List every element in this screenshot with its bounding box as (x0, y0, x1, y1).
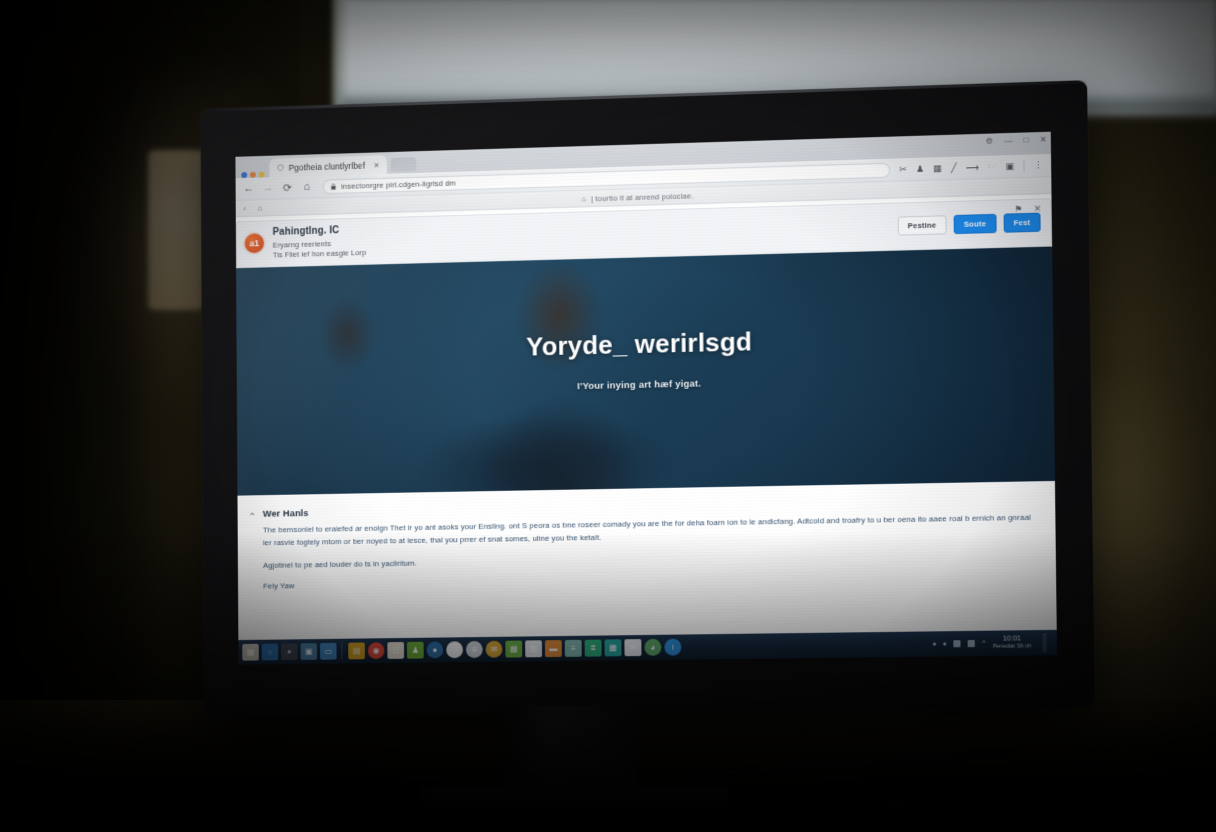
menu-icon[interactable]: ⋮ (1034, 160, 1043, 171)
new-tab-button[interactable] (390, 157, 417, 172)
book-icon[interactable]: ▦ (933, 163, 942, 174)
tab-dot-yellow (258, 171, 265, 178)
room-photo: Pgotheia cluntlyrlbef × ⚙ — □ ✕ ← → ⟳ ⌂ … (0, 0, 1216, 832)
flag-icon[interactable]: ⚑ (1014, 204, 1022, 215)
room-shadow-bottom (0, 532, 1216, 832)
alert-text-block: Pahingtlng. IC Eryarng reerients Tis Fli… (273, 209, 889, 260)
tab-close-icon[interactable]: × (374, 160, 379, 170)
person-icon[interactable]: ♟ (916, 163, 924, 174)
lock-icon (330, 183, 336, 190)
maximize-button[interactable]: □ (1024, 135, 1029, 144)
url-text: insectonrgre pirl.cdgen-ligrlsd dm (341, 178, 456, 191)
notice-text: | tourtio it at anrend poloclae. (591, 190, 694, 203)
minimize-button[interactable]: — (1004, 136, 1012, 145)
alert-badge-icon: a1 (244, 233, 265, 254)
browser-tab[interactable]: Pgotheia cluntlyrlbef × (269, 155, 387, 178)
alert-secondary-button[interactable]: Soute (953, 213, 997, 234)
toolbar-separator (1023, 160, 1025, 172)
back-button[interactable]: ← (243, 183, 254, 195)
tab-dot-blue (241, 172, 248, 179)
tab-dot-orange (250, 171, 256, 178)
alert-top-icons: ⚑ ✕ (1014, 204, 1041, 216)
close-window-button[interactable]: ✕ (1040, 135, 1047, 144)
tab-dots (241, 171, 265, 179)
alert-primary-button[interactable]: Fest (1003, 212, 1041, 233)
settings-icon[interactable]: ⚙ (986, 136, 993, 145)
notice-shield-icon: ⌂ (581, 194, 587, 204)
pointer-icon[interactable]: ☞ (988, 161, 996, 172)
alert-actions: Pestine Soute Fest (897, 212, 1041, 236)
window-controls: ⚙ — □ ✕ (986, 135, 1047, 146)
caret-up-icon: ⌃ (248, 511, 257, 523)
alert-decline-button[interactable]: Pestine (897, 215, 947, 236)
reload-button[interactable]: ⟳ (282, 181, 293, 194)
arrow-right-icon[interactable]: ⟶ (966, 162, 979, 173)
extension-icons: ✂ ♟ ▦ ╱ ⟶ ☞ ▣ ⋮ (899, 160, 1043, 175)
tab-title: Pgotheia cluntlyrlbef (288, 160, 366, 173)
pencil-icon[interactable]: ╱ (951, 162, 957, 173)
forward-button[interactable]: → (263, 182, 274, 194)
wrench-icon[interactable]: ✂ (899, 164, 907, 175)
hero-banner: Yoryde_ werirlsgd I'Your inying art hæf … (236, 246, 1055, 496)
puzzle-icon[interactable]: ▣ (1006, 160, 1015, 171)
shield-favicon (277, 164, 284, 171)
home-button[interactable]: ⌂ (301, 181, 312, 193)
alert-close-icon[interactable]: ✕ (1034, 204, 1042, 215)
